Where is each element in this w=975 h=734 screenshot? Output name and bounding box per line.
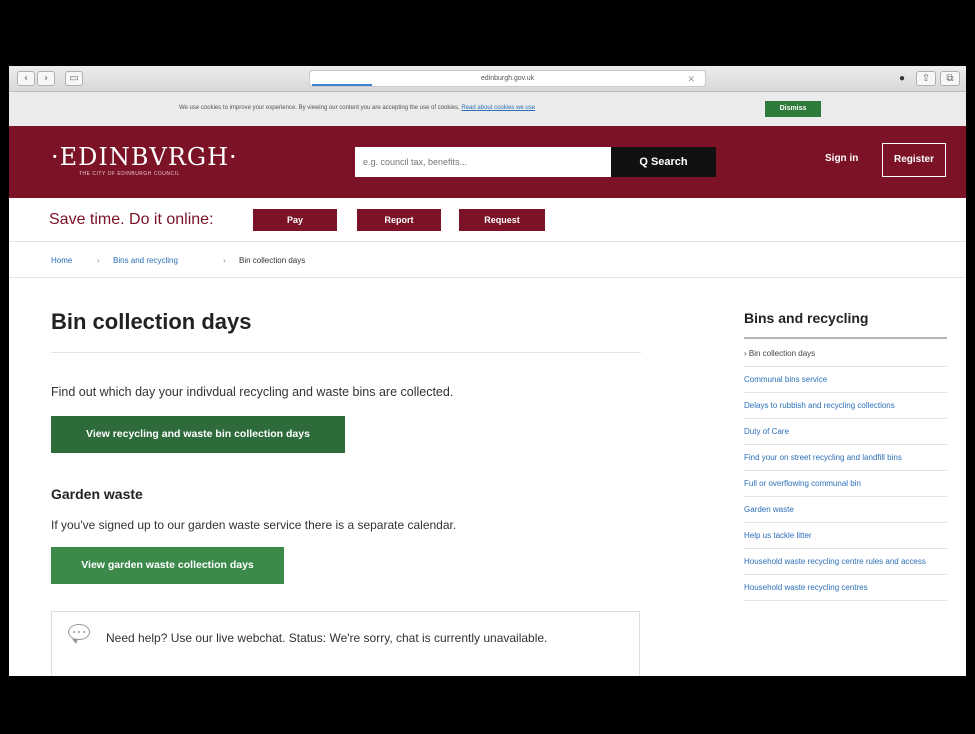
- sidebar-item-bin-collection-days: › Bin collection days: [744, 341, 947, 367]
- view-garden-waste-button[interactable]: View garden waste collection days: [51, 547, 284, 584]
- address-bar[interactable]: edinburgh.gov.uk ✕: [309, 70, 706, 87]
- garden-waste-heading: Garden waste: [51, 486, 143, 502]
- sidebar-item-delays[interactable]: Delays to rubbish and recycling collecti…: [744, 393, 947, 419]
- share-icon[interactable]: ⇧: [916, 71, 936, 86]
- pay-button[interactable]: Pay: [253, 209, 337, 231]
- register-button[interactable]: Register: [882, 143, 946, 177]
- cookie-message: We use cookies to improve your experienc…: [179, 105, 536, 111]
- request-button[interactable]: Request: [459, 209, 545, 231]
- breadcrumb: Home › Bins and recycling › Bin collecti…: [9, 242, 966, 278]
- sidebar-item-recycling-centres[interactable]: Household waste recycling centres: [744, 575, 947, 601]
- view-collection-days-button[interactable]: View recycling and waste bin collection …: [51, 416, 345, 453]
- forward-button[interactable]: ›: [37, 71, 55, 86]
- video-frame: ‹ › ▭ edinburgh.gov.uk ✕ ● ⇧ ⧉ We use co…: [0, 0, 975, 734]
- sidebar-item-overflowing-bin[interactable]: Full or overflowing communal bin: [744, 471, 947, 497]
- sidebar-item-on-street-bins[interactable]: Find your on street recycling and landfi…: [744, 445, 947, 471]
- browser-window: ‹ › ▭ edinburgh.gov.uk ✕ ● ⇧ ⧉ We use co…: [9, 66, 966, 676]
- webchat-status: Need help? Use our live webchat. Status:…: [106, 631, 548, 645]
- webchat-panel: Need help? Use our live webchat. Status:…: [51, 611, 640, 676]
- nav-buttons: ‹ ›: [17, 71, 55, 86]
- back-button[interactable]: ‹: [17, 71, 35, 86]
- toolbar-right: ● ⇧ ⧉: [892, 71, 960, 86]
- loading-bar: [312, 84, 372, 86]
- intro-text: Find out which day your indivdual recycl…: [51, 385, 454, 399]
- sidebar-item-tackle-litter[interactable]: Help us tackle litter: [744, 523, 947, 549]
- site-header: ·EDINBVRGH· THE CITY OF EDINBURGH COUNCI…: [9, 126, 966, 198]
- breadcrumb-separator: ›: [223, 256, 226, 265]
- sidebar-nav: › Bin collection days Communal bins serv…: [744, 341, 947, 601]
- breadcrumb-current: Bin collection days: [239, 256, 306, 265]
- council-logo[interactable]: ·EDINBVRGH· THE CITY OF EDINBURGH COUNCI…: [51, 144, 238, 177]
- clear-icon[interactable]: ✕: [687, 71, 695, 87]
- sign-in-link[interactable]: Sign in: [825, 153, 858, 164]
- save-time-label: Save time. Do it online:: [49, 211, 214, 228]
- browser-toolbar: ‹ › ▭ edinburgh.gov.uk ✕ ● ⇧ ⧉: [9, 66, 966, 92]
- save-time-bar: Save time. Do it online: Pay Report Requ…: [9, 198, 966, 242]
- sidebar-item-garden-waste[interactable]: Garden waste: [744, 497, 947, 523]
- breadcrumb-separator: ›: [97, 256, 100, 265]
- sidebar-divider: [744, 337, 947, 339]
- title-divider: [51, 352, 641, 353]
- tabs-icon[interactable]: ⧉: [940, 71, 960, 86]
- cookie-banner: We use cookies to improve your experienc…: [9, 92, 966, 126]
- garden-waste-text: If you've signed up to our garden waste …: [51, 518, 457, 532]
- url-text: edinburgh.gov.uk: [480, 75, 535, 82]
- breadcrumb-bins[interactable]: Bins and recycling: [113, 256, 178, 265]
- sidebar-toggle-icon[interactable]: ▭: [65, 71, 83, 86]
- sidebar-item-centre-rules[interactable]: Household waste recycling centre rules a…: [744, 549, 947, 575]
- search-button[interactable]: Q Search: [611, 147, 716, 177]
- sidebar-item-duty-of-care[interactable]: Duty of Care: [744, 419, 947, 445]
- extension-icon[interactable]: ●: [892, 71, 912, 86]
- sidebar-title: Bins and recycling: [744, 310, 869, 326]
- report-button[interactable]: Report: [357, 209, 441, 231]
- sidebar-item-communal-bins[interactable]: Communal bins service: [744, 367, 947, 393]
- dismiss-button[interactable]: Dismiss: [765, 101, 821, 117]
- page-title: Bin collection days: [51, 309, 252, 334]
- breadcrumb-home[interactable]: Home: [51, 256, 72, 265]
- search-input[interactable]: [355, 147, 611, 177]
- cookie-link[interactable]: Read about cookies we use: [461, 105, 535, 111]
- chat-icon: [68, 624, 90, 644]
